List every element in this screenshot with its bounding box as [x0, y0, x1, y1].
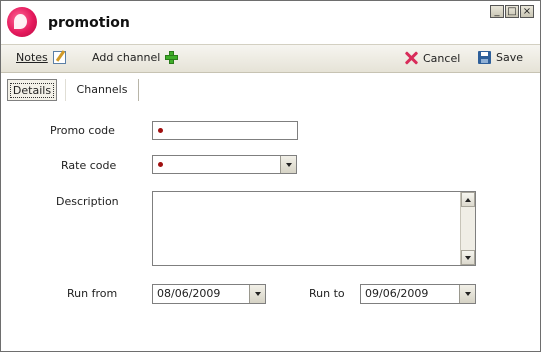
save-label: Save [496, 51, 524, 64]
description-textarea[interactable] [152, 191, 476, 266]
run-from-value: 08/06/2009 [157, 287, 221, 300]
window-title: promotion [48, 15, 130, 31]
run-to-value: 09/06/2009 [365, 287, 429, 300]
chevron-down-icon[interactable] [280, 156, 296, 173]
required-marker-icon [158, 128, 163, 133]
run-to-date-field[interactable]: 09/06/2009 [360, 284, 476, 304]
run-from-date-field[interactable]: 08/06/2009 [152, 284, 266, 304]
tab-details-label: Details [9, 83, 55, 98]
add-channel-button[interactable]: Add channel [92, 51, 179, 64]
minimize-button[interactable]: _ [490, 5, 504, 18]
window-controls: _ □ × [490, 5, 534, 18]
description-scrollbar[interactable] [460, 192, 475, 265]
rate-code-select[interactable] [152, 155, 297, 174]
maximize-button[interactable]: □ [505, 5, 519, 18]
toolbar: Notes Add channel Cancel Save [1, 44, 540, 73]
save-button[interactable]: Save [478, 51, 523, 64]
add-channel-label: Add channel [92, 51, 161, 64]
notes-label: Notes [16, 51, 48, 64]
promo-code-input[interactable] [152, 121, 298, 140]
notes-button[interactable]: Notes [16, 51, 66, 64]
scroll-up-icon[interactable] [461, 192, 475, 207]
cancel-icon [404, 51, 418, 65]
calendar-dropdown-icon[interactable] [459, 285, 475, 303]
calendar-dropdown-icon[interactable] [249, 285, 265, 303]
tab-channels-label: Channels [76, 83, 128, 96]
promotion-window: promotion _ □ × Notes Add channel Cancel… [0, 0, 541, 352]
tab-channels[interactable]: Channels [65, 79, 139, 101]
save-icon [478, 51, 491, 64]
tab-details[interactable]: Details [7, 79, 57, 101]
cancel-button[interactable]: Cancel [404, 51, 460, 65]
description-label: Description [56, 195, 119, 208]
close-button[interactable]: × [520, 5, 534, 18]
notes-icon [52, 51, 66, 64]
run-from-label: Run from [67, 287, 118, 300]
run-to-label: Run to [309, 287, 345, 300]
scroll-down-icon[interactable] [461, 250, 475, 265]
rate-code-label: Rate code [61, 159, 117, 172]
title-bar: promotion _ □ × [1, 1, 540, 43]
app-logo-icon [7, 7, 37, 37]
promo-code-label: Promo code [50, 124, 115, 137]
required-marker-icon [158, 162, 163, 167]
cancel-label: Cancel [423, 51, 461, 65]
plus-icon [165, 51, 179, 64]
